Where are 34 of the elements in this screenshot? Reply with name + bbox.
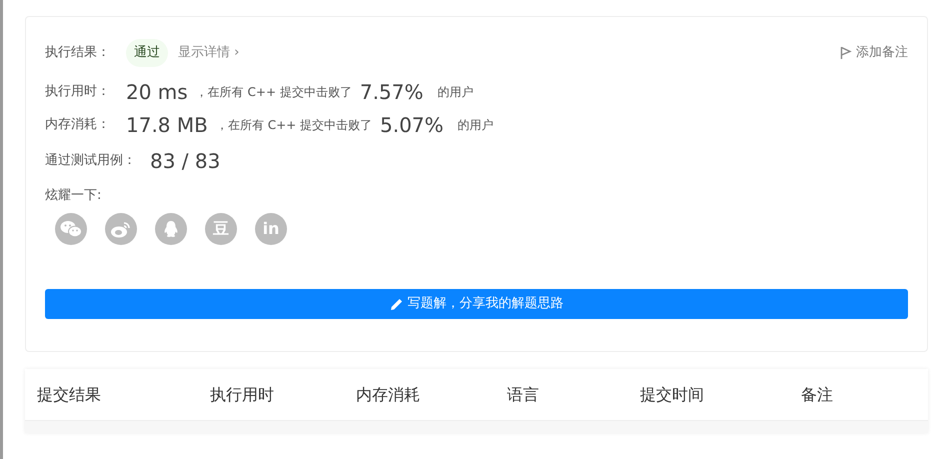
flag-icon <box>840 46 852 60</box>
stat-text: ，在所有 C++ 提交中击败了 <box>216 117 372 134</box>
share-button[interactable]: in <box>255 213 287 245</box>
testcases-value: 83 / 83 <box>150 148 220 174</box>
result-label: 执行结果： <box>45 44 110 62</box>
write-solution-button[interactable]: 写题解，分享我的解题思路 <box>45 289 908 319</box>
stat-text: ，在所有 C++ 提交中击败了 <box>196 84 352 101</box>
share-label: 炫耀一下: <box>45 186 102 204</box>
stat-value: 17.8 MB <box>126 112 208 139</box>
percent-value: 7.57% <box>360 79 424 106</box>
column-header: 备注 <box>801 384 834 406</box>
add-note-button[interactable]: 添加备注 <box>840 43 908 62</box>
chat-bubbles-icon <box>60 220 82 238</box>
share-button[interactable] <box>155 213 187 245</box>
share-button[interactable] <box>105 213 137 245</box>
details-link[interactable]: 显示详情 › <box>178 43 240 62</box>
column-header: 提交结果 <box>37 384 102 406</box>
stat-suffix: 的用户 <box>437 84 474 101</box>
penguin-icon <box>163 220 179 238</box>
column-header: 执行用时 <box>210 384 275 406</box>
testcases-label: 通过测试用例： <box>45 152 136 170</box>
stat-label: 内存消耗： <box>45 116 110 134</box>
percent-value: 5.07% <box>380 112 444 139</box>
stat-suffix: 的用户 <box>458 117 494 134</box>
stat-label: 执行用时： <box>45 83 110 102</box>
column-header: 内存消耗 <box>356 384 421 406</box>
share-button[interactable] <box>55 213 87 245</box>
pencil-icon <box>390 297 404 311</box>
column-header: 语言 <box>507 384 540 406</box>
stat-value: 20 ms <box>126 79 188 106</box>
share-button[interactable]: 豆 <box>205 213 237 245</box>
column-header: 提交时间 <box>640 384 705 406</box>
eye-swirl-icon <box>110 220 132 238</box>
status-tag: 通过 <box>126 39 168 66</box>
